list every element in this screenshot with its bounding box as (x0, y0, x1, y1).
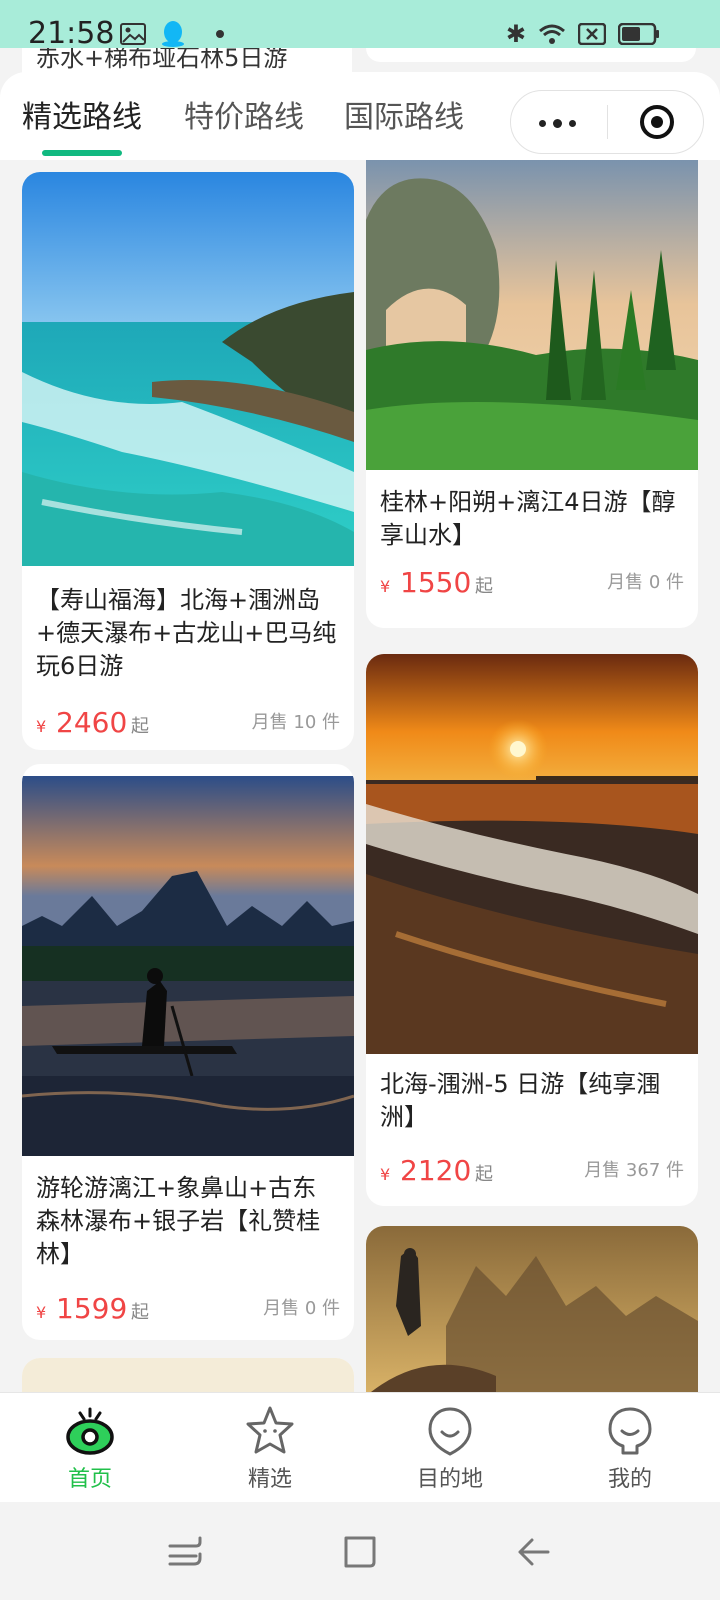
route-card-beihai-6day[interactable]: 【寿山福海】北海+涠洲岛+德天瀑布+古龙山+巴马纯玩6日游 ¥ 2460 起 月… (22, 172, 354, 750)
card-title: 【寿山福海】北海+涠洲岛+德天瀑布+古龙山+巴马纯玩6日游 (36, 586, 337, 680)
battery-icon (618, 23, 659, 45)
home-square-icon[interactable] (340, 1532, 380, 1572)
route-card-guilin-yangshuo[interactable]: 桂林+阳朔+漓江4日游【醇享山水】 ¥ 1550 起 月售 0 件 (366, 160, 698, 628)
price-value: 2120 (400, 1154, 472, 1187)
route-card-cormorant[interactable] (366, 1226, 698, 1392)
monthly-sales: 月售 367 件 (584, 1160, 684, 1181)
qq-icon (162, 21, 184, 47)
status-time: 21:58 (28, 16, 115, 51)
wifi-icon (539, 24, 565, 44)
tab-international-routes[interactable]: 国际路线 (344, 98, 464, 138)
nav-home[interactable]: 首页 (30, 1405, 150, 1493)
price-suffix: 起 (131, 1302, 149, 1323)
recent-apps-icon[interactable] (166, 1532, 206, 1572)
nav-featured-label: 精选 (247, 1467, 292, 1492)
nav-featured[interactable]: 精选 (210, 1405, 330, 1493)
price-suffix: 起 (475, 576, 493, 597)
route-card-guilin-cruise[interactable]: 游轮游漓江+象鼻山+古东森林瀑布+银子岩【礼赞桂林】 ¥ 1599 起 月售 0… (22, 764, 354, 1340)
star-face-icon (246, 1406, 294, 1454)
profile-face-icon (608, 1407, 652, 1455)
card-photo-moon-hill (366, 160, 698, 470)
tab-featured-routes[interactable]: 精选路线 (22, 98, 142, 138)
nav-mine[interactable]: 我的 (570, 1405, 690, 1493)
monthly-sales: 月售 0 件 (607, 572, 684, 593)
card-photo-sunset-beach (366, 654, 698, 1054)
bluetooth-icon: ✱ (505, 20, 526, 48)
route-card-weizhou-5day[interactable]: 北海-涠洲-5 日游【纯享涠洲】 ¥ 2120 起 月售 367 件 (366, 654, 698, 1206)
active-tab-indicator (42, 150, 122, 156)
route-tabs: 精选路线 特价路线 国际路线 (0, 72, 720, 160)
status-right-icons: ✱ (506, 20, 660, 48)
price-row: ¥ 1599 起 月售 0 件 (36, 1286, 340, 1326)
price-suffix: 起 (131, 716, 149, 737)
more-icon[interactable] (539, 119, 576, 128)
home-eye-icon (66, 1407, 114, 1455)
nav-mine-label: 我的 (607, 1467, 652, 1492)
close-miniprogram-icon[interactable] (639, 104, 675, 140)
status-left-icons (120, 20, 230, 48)
card-photo-cormorant-mountains (366, 1226, 698, 1392)
card-photo-li-river-fisherman (22, 776, 354, 1156)
currency-symbol: ¥ (380, 577, 391, 596)
card-photo-sea-coast (22, 172, 354, 566)
currency-symbol: ¥ (36, 717, 47, 736)
card-title: 游轮游漓江+象鼻山+古东森林瀑布+银子岩【礼赞桂林】 (36, 1174, 321, 1268)
price-row: ¥ 2120 起 月售 367 件 (380, 1148, 684, 1188)
card-photo-partial (22, 1358, 354, 1392)
no-sim-icon (578, 23, 606, 45)
card-title: 桂林+阳朔+漓江4日游【醇享山水】 (380, 488, 676, 549)
monthly-sales: 月售 0 件 (263, 1298, 340, 1319)
monthly-sales: 月售 10 件 (251, 712, 340, 733)
price-row: ¥ 1550 起 月售 0 件 (380, 560, 684, 600)
destination-face-icon (428, 1407, 472, 1456)
miniprogram-capsule (510, 90, 704, 154)
capsule-divider (607, 105, 608, 139)
nav-home-label: 首页 (67, 1467, 112, 1492)
card-title: 北海-涠洲-5 日游【纯享涠洲】 (380, 1070, 661, 1131)
nav-destination-label: 目的地 (416, 1467, 483, 1492)
price-value: 2460 (56, 706, 128, 739)
previous-card-peek-right (366, 48, 696, 62)
price-value: 1599 (56, 1292, 128, 1325)
price-row: ¥ 2460 起 月售 10 件 (36, 700, 340, 740)
currency-symbol: ¥ (36, 1303, 47, 1322)
gallery-icon (120, 23, 146, 45)
bottom-nav: 首页 精选 目的地 我的 (0, 1392, 720, 1503)
tab-special-price-routes[interactable]: 特价路线 (184, 98, 304, 138)
price-value: 1550 (400, 566, 472, 599)
route-list: 【寿山福海】北海+涠洲岛+德天瀑布+古龙山+巴马纯玩6日游 ¥ 2460 起 月… (0, 160, 720, 1392)
nav-destination[interactable]: 目的地 (390, 1405, 510, 1493)
price-suffix: 起 (475, 1164, 493, 1185)
route-card-partial[interactable] (22, 1358, 354, 1392)
system-nav-bar (0, 1502, 720, 1600)
status-bar: 21:58 ✱ (0, 0, 720, 51)
currency-symbol: ¥ (380, 1165, 391, 1184)
back-arrow-icon[interactable] (514, 1532, 554, 1572)
dot-icon (216, 30, 224, 38)
